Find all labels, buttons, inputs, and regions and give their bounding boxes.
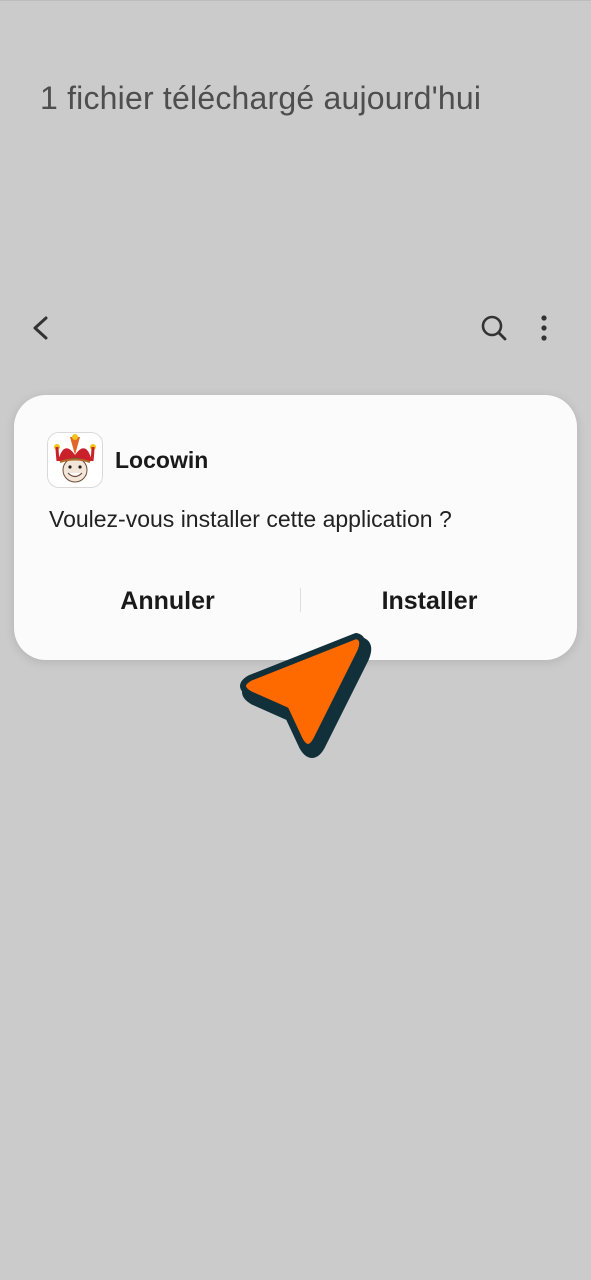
search-icon [481, 315, 507, 341]
page-title: 1 fichier téléchargé aujourd'hui [40, 80, 482, 116]
install-button[interactable]: Installer [298, 573, 561, 629]
app-icon [47, 432, 103, 488]
search-button[interactable] [474, 308, 514, 348]
app-toolbar [0, 300, 591, 356]
chevron-left-icon [33, 316, 48, 340]
app-name: Locowin [115, 447, 209, 473]
screen: 1 fichier téléchargé aujourd'hui Locowin… [0, 0, 591, 1280]
cancel-button[interactable]: Annuler [36, 573, 299, 629]
back-button[interactable] [24, 308, 64, 348]
jester-app-icon [48, 433, 102, 487]
install-question: Voulez-vous installer cette application … [49, 506, 452, 532]
more-vertical-icon [541, 315, 547, 341]
install-dialog: Locowin Voulez-vous installer cette appl… [14, 395, 577, 660]
more-options-button[interactable] [526, 308, 562, 348]
status-divider [0, 0, 591, 1]
